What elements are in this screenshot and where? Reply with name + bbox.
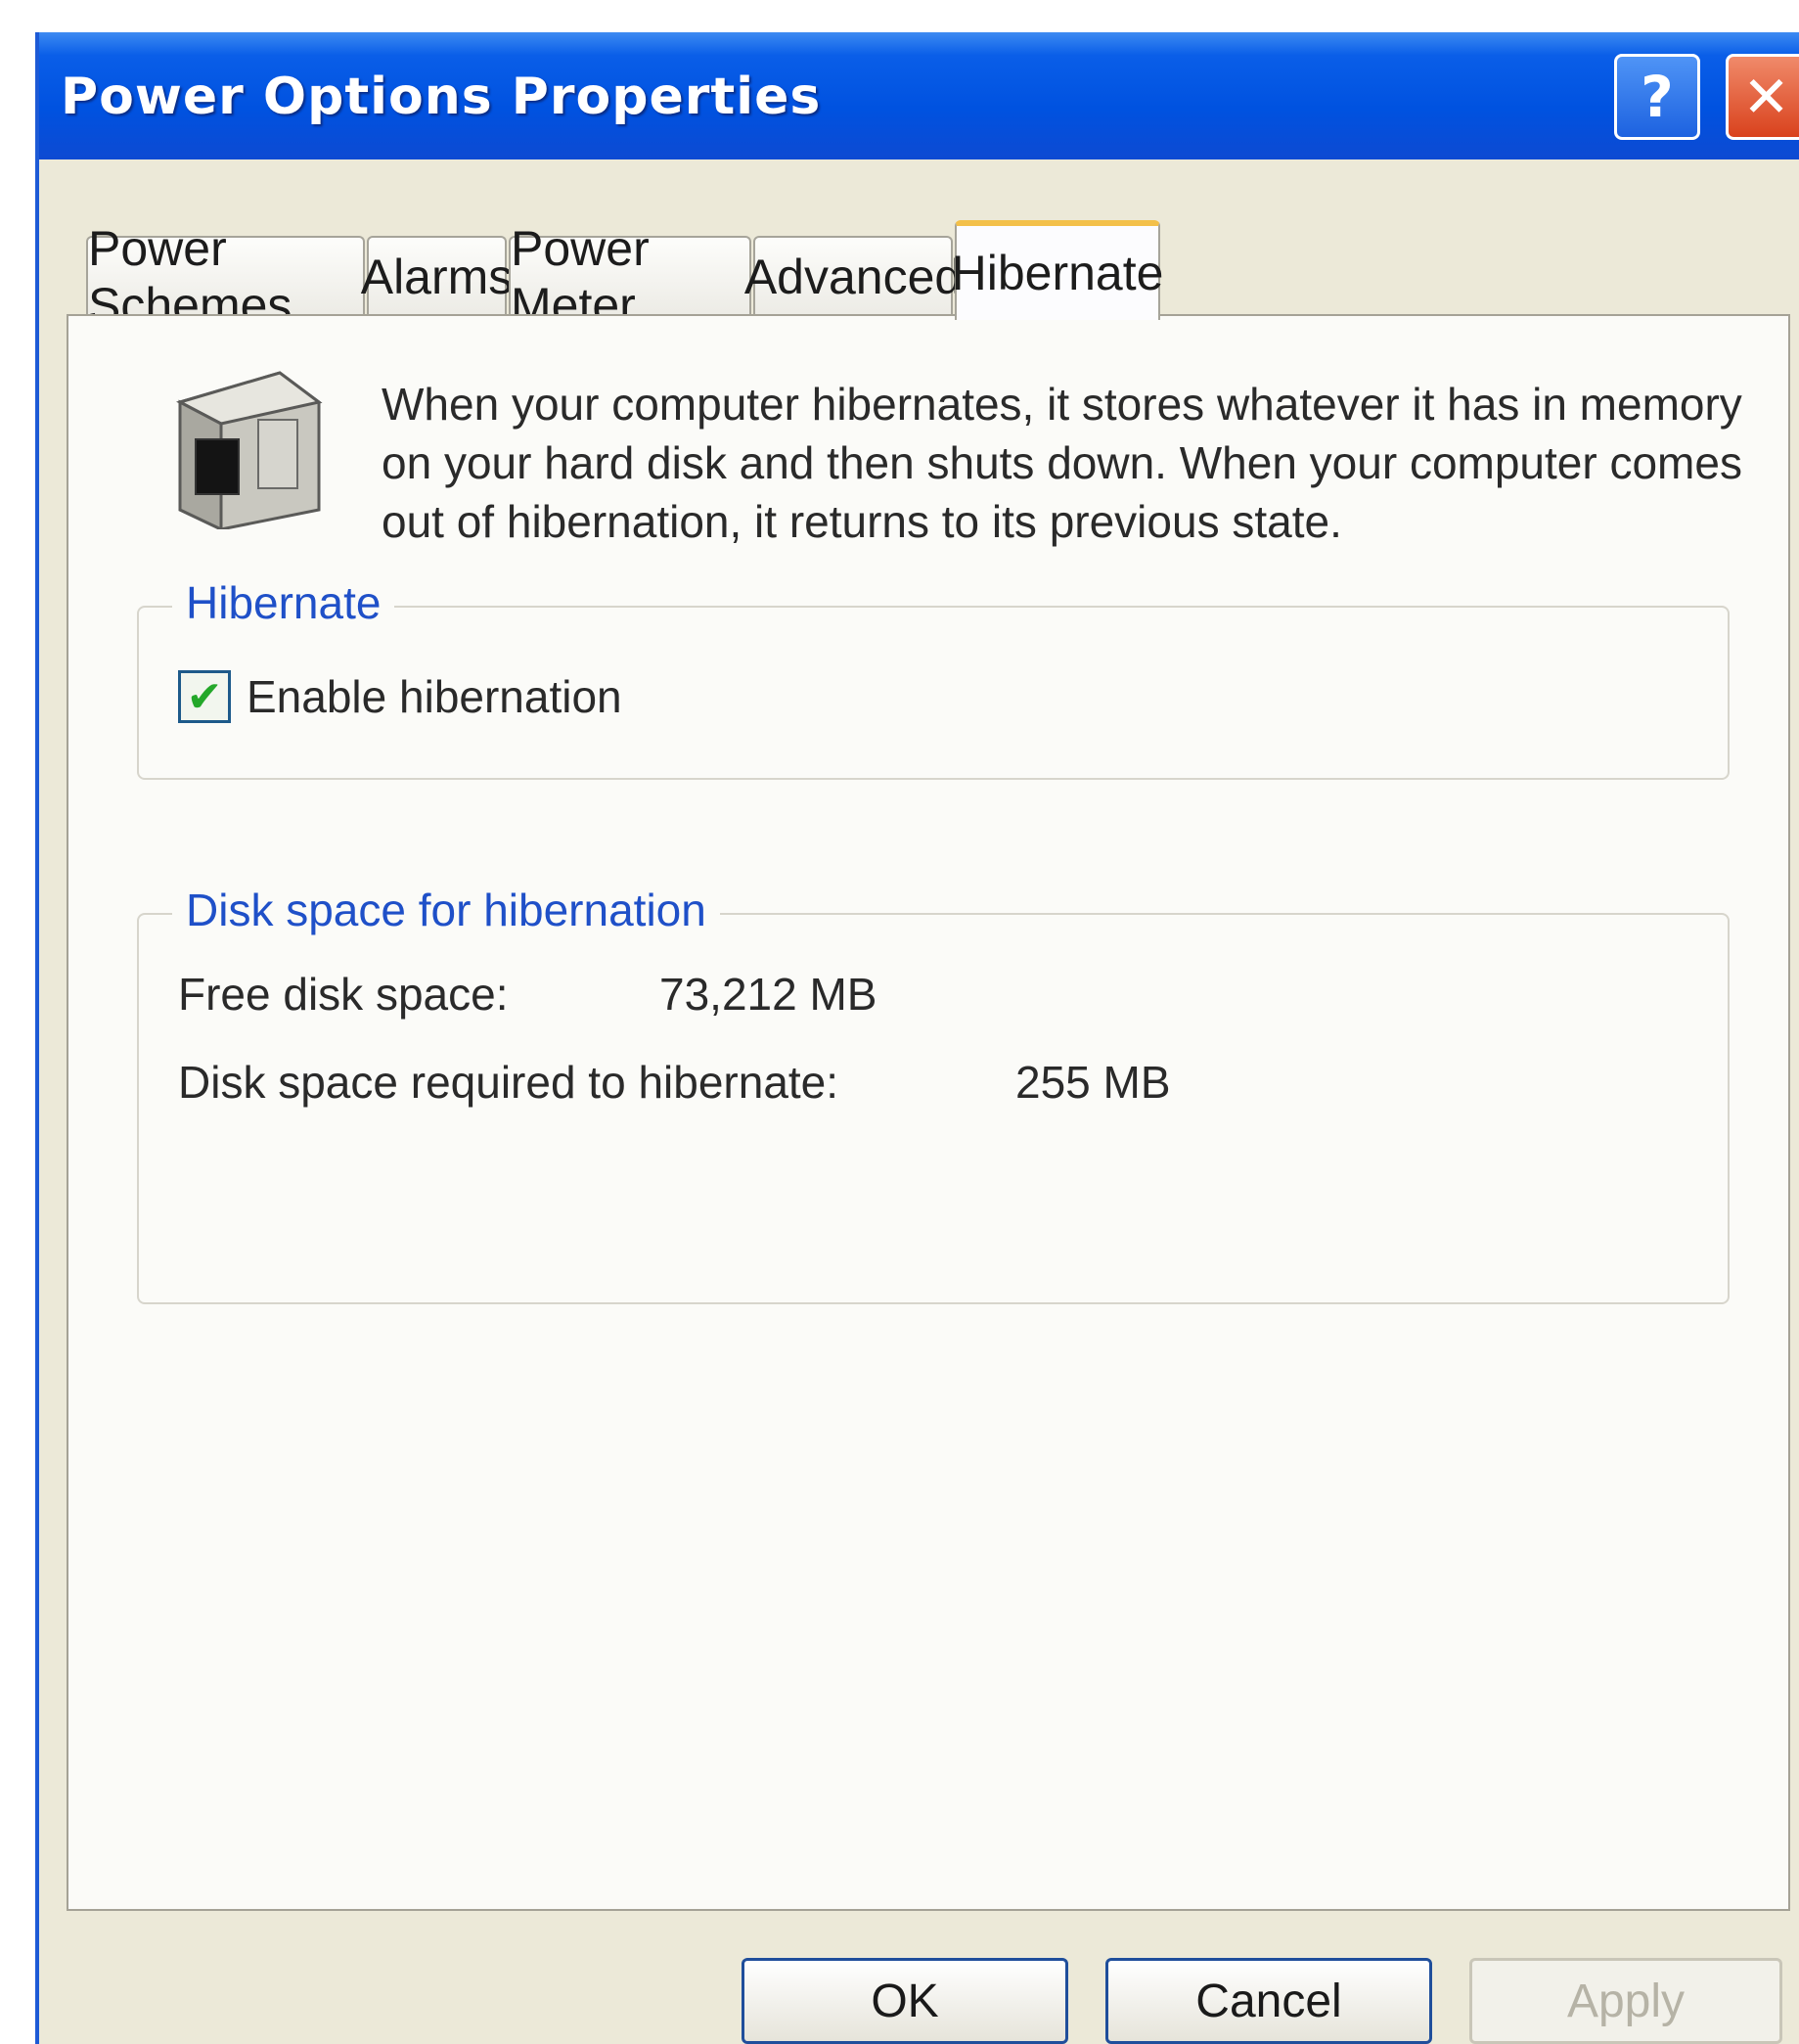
enable-hibernation-checkbox[interactable]: ✔ — [178, 670, 231, 723]
ok-button[interactable]: OK — [742, 1958, 1068, 2044]
free-disk-space-value: 73,212 MB — [659, 969, 877, 1020]
question-mark-icon: ? — [1641, 64, 1674, 130]
hibernate-description: When your computer hibernates, it stores… — [382, 379, 1742, 547]
tab-label: Alarms — [360, 250, 514, 304]
disk-space-group: Disk space for hibernation Free disk spa… — [137, 884, 1730, 1304]
hibernate-group-legend: Hibernate — [172, 576, 395, 629]
enable-hibernation-label[interactable]: Enable hibernation — [247, 670, 622, 723]
required-disk-space-label: Disk space required to hibernate: — [178, 1057, 839, 1108]
close-button[interactable]: ✕ — [1726, 54, 1799, 140]
tab-hibernate[interactable]: Hibernate — [952, 220, 1163, 320]
window-title: Power Options Properties — [61, 68, 822, 126]
tab-strip: Power Schemes Alarms Power Meter Advance… — [86, 199, 1553, 333]
tab-advanced[interactable]: Advanced — [744, 236, 962, 316]
help-button[interactable]: ? — [1614, 54, 1700, 140]
hibernate-tab-panel: When your computer hibernates, it stores… — [67, 314, 1790, 1911]
tab-alarms[interactable]: Alarms — [361, 236, 513, 316]
hibernate-monitor-icon — [176, 371, 323, 529]
tab-label: Advanced — [743, 250, 963, 304]
close-icon: ✕ — [1742, 64, 1790, 130]
cancel-button[interactable]: Cancel — [1105, 1958, 1432, 2044]
free-disk-space-label: Free disk space: — [178, 969, 509, 1020]
hibernate-group: Hibernate ✔ Enable hibernation — [137, 576, 1730, 780]
checkmark-icon: ✔ — [186, 671, 223, 722]
apply-button[interactable]: Apply — [1469, 1958, 1782, 2044]
tab-label: Hibernate — [951, 246, 1164, 300]
tab-power-schemes[interactable]: Power Schemes — [86, 221, 365, 333]
power-options-dialog: Power Options Properties ? ✕ Power Schem… — [35, 32, 1799, 2044]
disk-space-group-legend: Disk space for hibernation — [172, 884, 720, 936]
required-disk-space-value: 255 MB — [1015, 1057, 1171, 1108]
title-bar[interactable]: Power Options Properties ? ✕ — [39, 32, 1799, 159]
tab-power-meter[interactable]: Power Meter — [509, 221, 751, 333]
